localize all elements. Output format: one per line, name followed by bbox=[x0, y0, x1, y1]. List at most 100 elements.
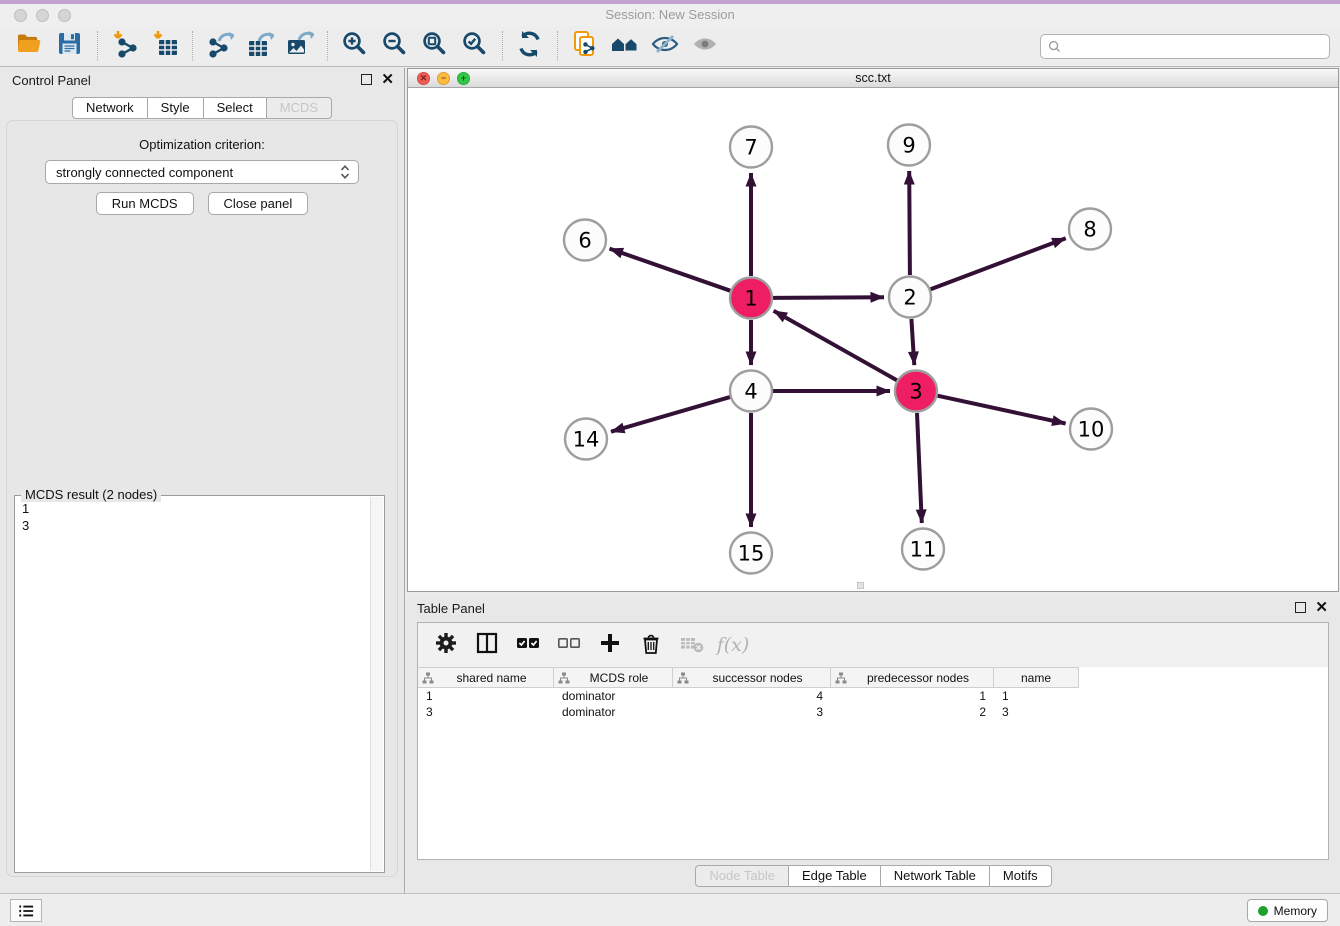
zoom-in-button[interactable] bbox=[335, 29, 375, 63]
zoom-fit-button[interactable] bbox=[415, 29, 455, 63]
network-canvas[interactable]: 7 9 6 8 1 2 4 3 14 10 15 11 bbox=[408, 88, 1338, 591]
tab-motifs[interactable]: Motifs bbox=[989, 865, 1052, 887]
graph-node-15[interactable]: 15 bbox=[730, 533, 772, 574]
network-window-titlebar[interactable]: ✕ − + scc.txt bbox=[408, 69, 1338, 88]
deselect-all-button[interactable] bbox=[556, 631, 582, 659]
tab-edge-table[interactable]: Edge Table bbox=[788, 865, 881, 887]
table-cell[interactable]: 3 bbox=[994, 705, 1079, 719]
column-header-MCDS-role[interactable]: MCDS role bbox=[554, 668, 673, 687]
graph-edge-3-10[interactable] bbox=[938, 396, 1066, 424]
column-header-shared-name[interactable]: shared name bbox=[418, 668, 554, 687]
float-table-panel-icon[interactable] bbox=[1295, 602, 1306, 613]
graph-node-9[interactable]: 9 bbox=[888, 125, 930, 166]
first-neighbors-icon bbox=[611, 30, 639, 63]
table-cell[interactable]: 3 bbox=[418, 705, 554, 719]
list-icon bbox=[17, 903, 35, 919]
graph-node-3[interactable]: 3 bbox=[895, 371, 937, 412]
hide-selected-button[interactable] bbox=[645, 29, 685, 63]
table-cell[interactable]: 3 bbox=[673, 705, 831, 719]
export-table-icon bbox=[246, 30, 274, 63]
graph-node-7[interactable]: 7 bbox=[730, 127, 772, 168]
graph-edge-2-9[interactable] bbox=[909, 171, 910, 275]
graph-edge-3-1[interactable] bbox=[774, 311, 897, 380]
table-settings-button[interactable] bbox=[433, 631, 459, 659]
mcds-result-text[interactable]: 1 3 bbox=[16, 497, 370, 871]
import-table-button[interactable] bbox=[145, 29, 185, 63]
graph-node-8[interactable]: 8 bbox=[1069, 209, 1111, 250]
graph-edge-2-3[interactable] bbox=[911, 319, 914, 365]
graph-edge-1-2[interactable] bbox=[773, 297, 884, 298]
chevron-up-down-icon bbox=[338, 164, 352, 180]
table-cell[interactable]: dominator bbox=[554, 689, 673, 703]
column-header-name[interactable]: name bbox=[994, 668, 1079, 687]
toolbar-separator bbox=[557, 31, 558, 61]
zoom-out-button[interactable] bbox=[375, 29, 415, 63]
tab-network-table[interactable]: Network Table bbox=[880, 865, 990, 887]
tab-mcds[interactable]: MCDS bbox=[266, 97, 332, 119]
close-panel-icon[interactable]: ✕ bbox=[381, 74, 394, 85]
toolbar-separator bbox=[97, 31, 98, 61]
svg-text:14: 14 bbox=[573, 428, 600, 452]
apply-layout-button[interactable] bbox=[510, 29, 550, 63]
graph-node-11[interactable]: 11 bbox=[902, 529, 944, 570]
graph-node-2[interactable]: 2 bbox=[889, 277, 931, 318]
close-table-panel-icon[interactable]: ✕ bbox=[1315, 602, 1328, 613]
graph-node-6[interactable]: 6 bbox=[564, 220, 606, 261]
table-cell[interactable]: dominator bbox=[554, 705, 673, 719]
zoom-selected-button[interactable] bbox=[455, 29, 495, 63]
column-selector-button[interactable] bbox=[474, 631, 500, 659]
export-image-button[interactable] bbox=[280, 29, 320, 63]
tab-node-table[interactable]: Node Table bbox=[695, 865, 789, 887]
titlebar: Session: New Session bbox=[0, 4, 1340, 26]
new-network-from-selection-icon bbox=[571, 30, 599, 63]
export-table-button[interactable] bbox=[240, 29, 280, 63]
table-row[interactable]: 1dominator411 bbox=[418, 688, 1079, 704]
column-header-successor-nodes[interactable]: successor nodes bbox=[673, 668, 831, 687]
splitter-grip[interactable] bbox=[857, 582, 864, 589]
graph-edge-3-11[interactable] bbox=[917, 413, 922, 523]
apply-layout-icon bbox=[516, 30, 544, 63]
graph-edge-4-14[interactable] bbox=[611, 397, 730, 432]
mcds-panel: Optimization criterion: strongly connect… bbox=[6, 120, 398, 877]
column-header-predecessor-nodes[interactable]: predecessor nodes bbox=[831, 668, 994, 687]
export-network-button[interactable] bbox=[200, 29, 240, 63]
task-history-button[interactable] bbox=[10, 899, 42, 922]
graph-node-10[interactable]: 10 bbox=[1070, 409, 1112, 450]
search-box[interactable] bbox=[1040, 34, 1330, 59]
tab-select[interactable]: Select bbox=[203, 97, 267, 119]
save-session-button[interactable] bbox=[50, 29, 90, 63]
table-row[interactable]: 3dominator323 bbox=[418, 704, 1079, 720]
table-cell[interactable]: 1 bbox=[418, 689, 554, 703]
memory-button[interactable]: Memory bbox=[1247, 899, 1328, 922]
tab-style[interactable]: Style bbox=[147, 97, 204, 119]
new-network-from-selection-button[interactable] bbox=[565, 29, 605, 63]
table-cell[interactable]: 1 bbox=[994, 689, 1079, 703]
run-mcds-button[interactable]: Run MCDS bbox=[96, 192, 194, 215]
graph-node-1[interactable]: 1 bbox=[730, 278, 772, 319]
graph-node-4[interactable]: 4 bbox=[730, 371, 772, 412]
import-network-button[interactable] bbox=[105, 29, 145, 63]
delete-row-button[interactable] bbox=[638, 631, 664, 659]
first-neighbors-button[interactable] bbox=[605, 29, 645, 63]
open-file-button[interactable] bbox=[10, 29, 50, 63]
table-cell[interactable]: 2 bbox=[831, 705, 994, 719]
table-cell[interactable]: 4 bbox=[673, 689, 831, 703]
criterion-dropdown[interactable]: strongly connected component bbox=[45, 160, 359, 184]
select-all-button[interactable] bbox=[515, 631, 541, 659]
mcds-result-scrollbar[interactable] bbox=[370, 497, 383, 871]
float-panel-icon[interactable] bbox=[361, 74, 372, 85]
graph-edge-2-8[interactable] bbox=[931, 238, 1066, 289]
show-all-button[interactable] bbox=[685, 29, 725, 63]
export-network-icon bbox=[206, 30, 234, 63]
graph-edge-1-6[interactable] bbox=[610, 249, 731, 291]
criterion-dropdown-value: strongly connected component bbox=[56, 165, 338, 180]
table-cell[interactable]: 1 bbox=[831, 689, 994, 703]
delete-table-button bbox=[679, 631, 705, 659]
add-row-button[interactable] bbox=[597, 631, 623, 659]
graph-node-14[interactable]: 14 bbox=[565, 419, 607, 460]
search-input[interactable] bbox=[1066, 39, 1322, 54]
control-panel-header: Control Panel ✕ bbox=[0, 68, 404, 94]
zoom-fit-icon bbox=[421, 30, 449, 63]
close-panel-button[interactable]: Close panel bbox=[208, 192, 309, 215]
tab-network[interactable]: Network bbox=[72, 97, 148, 119]
